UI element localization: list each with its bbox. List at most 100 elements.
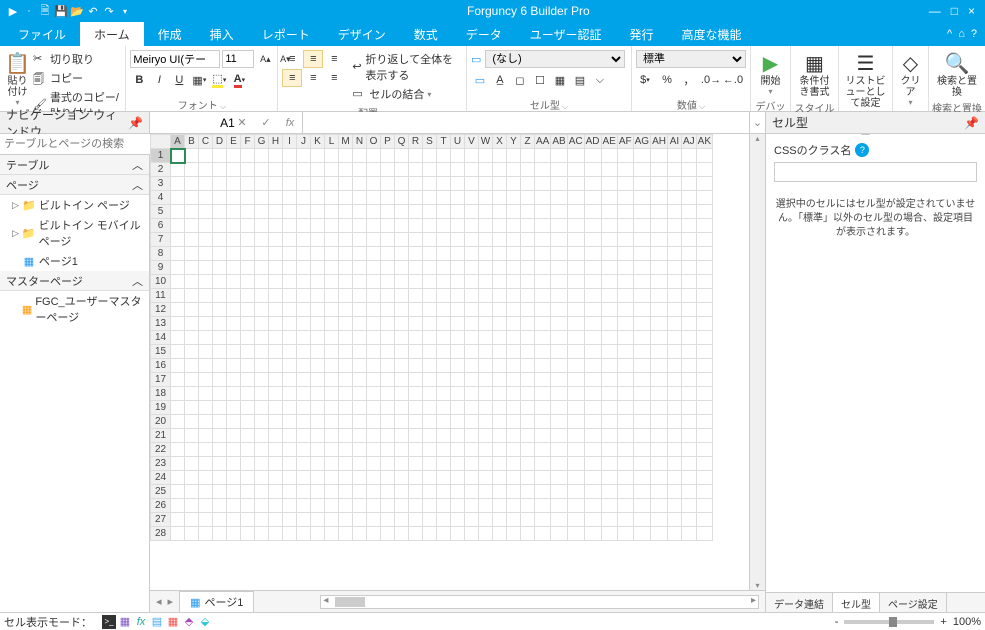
cell[interactable] bbox=[269, 485, 283, 499]
cell[interactable] bbox=[651, 177, 668, 191]
cell[interactable] bbox=[551, 471, 567, 485]
cell[interactable] bbox=[696, 485, 712, 499]
cell[interactable] bbox=[479, 149, 493, 163]
cell[interactable] bbox=[367, 163, 381, 177]
cell[interactable] bbox=[353, 233, 367, 247]
cell[interactable] bbox=[617, 359, 633, 373]
cell[interactable] bbox=[465, 499, 479, 513]
cell[interactable] bbox=[325, 471, 339, 485]
cell[interactable] bbox=[465, 401, 479, 415]
cell[interactable] bbox=[199, 331, 213, 345]
cell[interactable] bbox=[633, 275, 650, 289]
cell[interactable] bbox=[367, 219, 381, 233]
cell[interactable] bbox=[507, 149, 521, 163]
cell[interactable] bbox=[353, 457, 367, 471]
cell[interactable] bbox=[651, 289, 668, 303]
cell[interactable] bbox=[584, 317, 601, 331]
cell[interactable] bbox=[269, 219, 283, 233]
cell[interactable] bbox=[423, 261, 437, 275]
cell[interactable] bbox=[367, 233, 381, 247]
cell[interactable] bbox=[567, 191, 584, 205]
cell[interactable] bbox=[297, 163, 311, 177]
cell[interactable] bbox=[465, 415, 479, 429]
cell[interactable] bbox=[601, 485, 617, 499]
cell[interactable] bbox=[171, 275, 185, 289]
cell[interactable] bbox=[551, 219, 567, 233]
cell[interactable] bbox=[567, 275, 584, 289]
cell[interactable] bbox=[255, 527, 269, 541]
cell[interactable] bbox=[601, 457, 617, 471]
cell[interactable] bbox=[283, 359, 297, 373]
cell[interactable] bbox=[617, 219, 633, 233]
cell[interactable] bbox=[437, 303, 451, 317]
cell[interactable] bbox=[479, 303, 493, 317]
cell[interactable] bbox=[353, 289, 367, 303]
cell[interactable] bbox=[185, 275, 199, 289]
cell[interactable] bbox=[521, 443, 535, 457]
cell[interactable] bbox=[353, 345, 367, 359]
expand-icon[interactable]: ▷ bbox=[12, 228, 19, 239]
cell[interactable] bbox=[521, 373, 535, 387]
cell[interactable] bbox=[465, 149, 479, 163]
cell[interactable] bbox=[227, 149, 241, 163]
cell[interactable] bbox=[521, 219, 535, 233]
cell[interactable] bbox=[667, 247, 681, 261]
select-all-corner[interactable] bbox=[151, 135, 171, 149]
cell[interactable] bbox=[283, 177, 297, 191]
cell[interactable] bbox=[199, 527, 213, 541]
cell[interactable] bbox=[423, 275, 437, 289]
cell[interactable] bbox=[696, 443, 712, 457]
cell[interactable] bbox=[584, 401, 601, 415]
cell[interactable] bbox=[465, 471, 479, 485]
cell[interactable] bbox=[409, 429, 423, 443]
cell[interactable] bbox=[617, 317, 633, 331]
cell[interactable] bbox=[479, 429, 493, 443]
cell[interactable] bbox=[567, 485, 584, 499]
listview-button[interactable]: ☰リストビューとして設定 bbox=[843, 48, 888, 109]
cell[interactable] bbox=[381, 275, 395, 289]
cell[interactable] bbox=[507, 275, 521, 289]
cell[interactable] bbox=[311, 275, 325, 289]
cell[interactable] bbox=[297, 149, 311, 163]
cell[interactable] bbox=[185, 289, 199, 303]
cell[interactable] bbox=[651, 401, 668, 415]
cell[interactable] bbox=[437, 527, 451, 541]
cell[interactable] bbox=[283, 387, 297, 401]
cell[interactable] bbox=[667, 303, 681, 317]
cell[interactable] bbox=[667, 359, 681, 373]
cell[interactable] bbox=[423, 303, 437, 317]
cell[interactable] bbox=[269, 527, 283, 541]
cell[interactable] bbox=[567, 359, 584, 373]
tab-design[interactable]: デザイン bbox=[324, 22, 400, 46]
col-header[interactable]: D bbox=[213, 135, 227, 149]
cell[interactable] bbox=[171, 177, 185, 191]
cell[interactable] bbox=[423, 359, 437, 373]
col-header[interactable]: AF bbox=[617, 135, 633, 149]
cell[interactable] bbox=[171, 163, 185, 177]
cell[interactable] bbox=[617, 205, 633, 219]
cell[interactable] bbox=[633, 485, 650, 499]
cell[interactable] bbox=[651, 527, 668, 541]
cell[interactable] bbox=[297, 289, 311, 303]
cell[interactable] bbox=[535, 429, 551, 443]
cell[interactable] bbox=[255, 205, 269, 219]
cell[interactable] bbox=[367, 457, 381, 471]
col-header[interactable]: M bbox=[339, 135, 353, 149]
cell[interactable] bbox=[339, 387, 353, 401]
cell[interactable] bbox=[283, 499, 297, 513]
cell[interactable] bbox=[507, 373, 521, 387]
celltype-select[interactable]: (なし) bbox=[485, 50, 625, 68]
undo-icon[interactable]: ↶ bbox=[86, 4, 100, 18]
cell[interactable] bbox=[283, 527, 297, 541]
cell[interactable] bbox=[171, 457, 185, 471]
cell[interactable] bbox=[409, 219, 423, 233]
cell[interactable] bbox=[395, 303, 409, 317]
cell[interactable] bbox=[617, 163, 633, 177]
cell[interactable] bbox=[551, 527, 567, 541]
cell[interactable] bbox=[437, 499, 451, 513]
cell[interactable] bbox=[227, 345, 241, 359]
cell[interactable] bbox=[521, 429, 535, 443]
cell[interactable] bbox=[681, 163, 696, 177]
cell[interactable] bbox=[353, 275, 367, 289]
cell[interactable] bbox=[269, 471, 283, 485]
